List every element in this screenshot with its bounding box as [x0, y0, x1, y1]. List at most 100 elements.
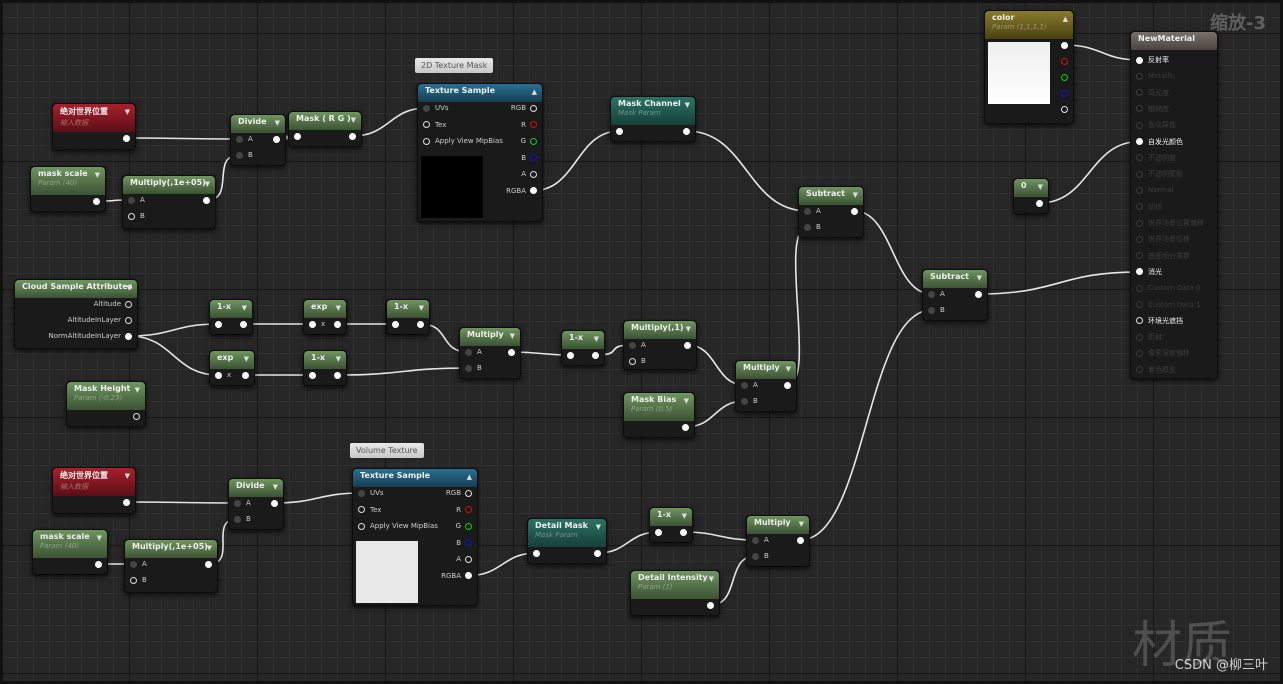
pin-circle-icon[interactable]	[417, 320, 424, 328]
pin-out[interactable]	[89, 195, 100, 207]
pin-circle-icon[interactable]	[1136, 268, 1143, 276]
pin-circle-icon[interactable]	[273, 135, 280, 143]
node-div2[interactable]: Divide ▼ A B	[228, 478, 284, 530]
dropdown-arrow-icon[interactable]: ▼	[95, 171, 100, 179]
pin-自发光颜色[interactable]: 自发光颜色	[1136, 136, 1183, 148]
pin-circle-icon[interactable]	[1136, 366, 1143, 374]
pin-out[interactable]	[91, 558, 102, 570]
node-onex5[interactable]: 1-x ▼	[649, 507, 693, 543]
dropdown-arrow-icon[interactable]: ▼	[97, 534, 102, 542]
pin-x[interactable]: x	[215, 369, 231, 381]
pin-in[interactable]	[294, 130, 306, 142]
pin-B[interactable]: B	[236, 149, 253, 161]
pin-circle-icon[interactable]	[423, 137, 430, 145]
pin-circle-icon[interactable]	[215, 320, 222, 328]
pin-G[interactable]: G	[521, 135, 537, 147]
node-zero[interactable]: 0 ▼	[1013, 178, 1049, 214]
pin-circle-icon[interactable]	[680, 528, 687, 536]
pin-circle-icon[interactable]	[349, 132, 356, 140]
wire-color-o0-to-nm-i0[interactable]	[1064, 44, 1140, 61]
node-mul1[interactable]: Multiply(,1e+05) ▼ A B	[122, 175, 216, 229]
dropdown-arrow-icon[interactable]: ▼	[596, 523, 601, 531]
node-mul3[interactable]: Multiply(,1) ▼ A B	[623, 320, 697, 370]
pin-circle-icon[interactable]	[1136, 186, 1143, 194]
node-header[interactable]: Multiply(,1) ▼	[624, 321, 696, 339]
pin-circle-icon[interactable]	[1061, 73, 1068, 81]
pin-out[interactable]	[971, 288, 982, 300]
node-ts2[interactable]: Texture Sample ▲ UVs Tex Apply View MipBias R…	[352, 468, 478, 606]
pin-B[interactable]: B	[629, 355, 646, 367]
pin-G[interactable]: G	[456, 520, 472, 532]
dropdown-arrow-icon[interactable]: ▼	[594, 335, 599, 343]
pin-circle-icon[interactable]	[465, 572, 472, 579]
dropdown-arrow-icon[interactable]: ▼	[786, 365, 791, 373]
pin-circle-icon[interactable]	[684, 341, 691, 349]
wire-mc-o0-to-sub1-i0[interactable]	[686, 130, 808, 212]
pin-circle-icon[interactable]	[851, 207, 858, 215]
wire-csa-o2-to-onex1-i0[interactable]	[128, 323, 219, 337]
pin-B[interactable]: B	[130, 574, 147, 586]
node-header[interactable]: Mask ( R G ) ▼	[289, 112, 361, 130]
pin-out[interactable]	[269, 133, 280, 145]
pin-circle-icon[interactable]	[423, 121, 430, 128]
node-ms2[interactable]: mask scale Param (40) ▼	[32, 529, 108, 575]
node-onex4[interactable]: 1-x ▼	[561, 330, 605, 366]
pin-B[interactable]: B	[128, 210, 145, 222]
wire-maskrg-o0-to-ts1-i0[interactable]	[352, 107, 427, 137]
node-abs1[interactable]: 绝对世界位置 输入数据 ▼	[52, 103, 136, 150]
pin-out[interactable]	[119, 132, 130, 144]
pin-in[interactable]	[616, 125, 628, 137]
pin-out[interactable]	[1057, 103, 1068, 115]
dropdown-arrow-icon[interactable]: ▼	[207, 544, 212, 552]
pin-circle-icon[interactable]	[928, 290, 935, 298]
pin-世界场景位移[interactable]: 世界场景位移	[1136, 233, 1190, 245]
pin-circle-icon[interactable]	[334, 320, 341, 328]
pin-circle-icon[interactable]	[1136, 317, 1143, 325]
comment-c1[interactable]: 2D Texture Mask	[415, 58, 494, 73]
pin-circle-icon[interactable]	[741, 397, 748, 405]
pin-反射率[interactable]: 反射率	[1136, 54, 1169, 66]
node-ms1[interactable]: mask scale Param (40) ▼	[30, 166, 106, 212]
pin-circle-icon[interactable]	[1061, 105, 1068, 113]
pin-circle-icon[interactable]	[234, 515, 241, 523]
pin-circle-icon[interactable]	[616, 127, 623, 135]
node-header[interactable]: exp ▼	[304, 300, 346, 318]
node-header[interactable]: Subtract ▼	[799, 187, 863, 205]
pin-circle-icon[interactable]	[784, 381, 791, 389]
pin-circle-icon[interactable]	[1136, 154, 1143, 162]
pin-circle-icon[interactable]	[1061, 89, 1068, 97]
wire-csa-o2-to-exp2-i0[interactable]	[128, 335, 219, 376]
node-header[interactable]: Mask Bias Param (0.5) ▼	[624, 393, 694, 421]
pin-circle-icon[interactable]	[1136, 333, 1143, 341]
pin-circle-icon[interactable]	[1136, 203, 1143, 211]
pin-circle-icon[interactable]	[242, 371, 249, 379]
pin-circle-icon[interactable]	[465, 539, 472, 546]
node-header[interactable]: 0 ▼	[1014, 179, 1048, 197]
pin-circle-icon[interactable]	[123, 498, 130, 506]
node-di[interactable]: Detail Intensity Param (1) ▼	[630, 570, 720, 616]
node-header[interactable]: Mask Height Param (-0.23) ▼	[67, 382, 145, 410]
dropdown-arrow-icon[interactable]: ▼	[709, 575, 714, 583]
pin-in[interactable]	[215, 318, 227, 330]
pin-out[interactable]	[847, 205, 858, 217]
pin-circle-icon[interactable]	[128, 212, 135, 220]
pin-circle-icon[interactable]	[1136, 170, 1143, 178]
pin-out[interactable]	[678, 421, 689, 433]
node-mul6[interactable]: Multiply ▼ A B	[746, 515, 810, 567]
node-sub1[interactable]: Subtract ▼ A B	[798, 186, 864, 238]
node-header[interactable]: 1-x ▼	[387, 300, 429, 318]
pin-circle-icon[interactable]	[215, 371, 222, 379]
pin-不透明蒙版[interactable]: 不透明蒙版	[1136, 168, 1183, 180]
pin-circle-icon[interactable]	[236, 135, 243, 143]
dropdown-arrow-icon[interactable]: ▼	[275, 119, 280, 127]
pin-circle-icon[interactable]	[271, 499, 278, 507]
dropdown-arrow-icon[interactable]: ▼	[127, 284, 132, 292]
pin-in[interactable]	[655, 526, 667, 538]
pin-circle-icon[interactable]	[128, 196, 135, 204]
dropdown-arrow-icon[interactable]: ▼	[686, 325, 691, 333]
pin-circle-icon[interactable]	[594, 549, 601, 557]
pin-circle-icon[interactable]	[203, 196, 210, 204]
wire-zero-o0-to-nm-i5[interactable]	[1039, 140, 1140, 204]
pin-out[interactable]	[199, 194, 210, 206]
pin-B[interactable]: B	[234, 513, 251, 525]
